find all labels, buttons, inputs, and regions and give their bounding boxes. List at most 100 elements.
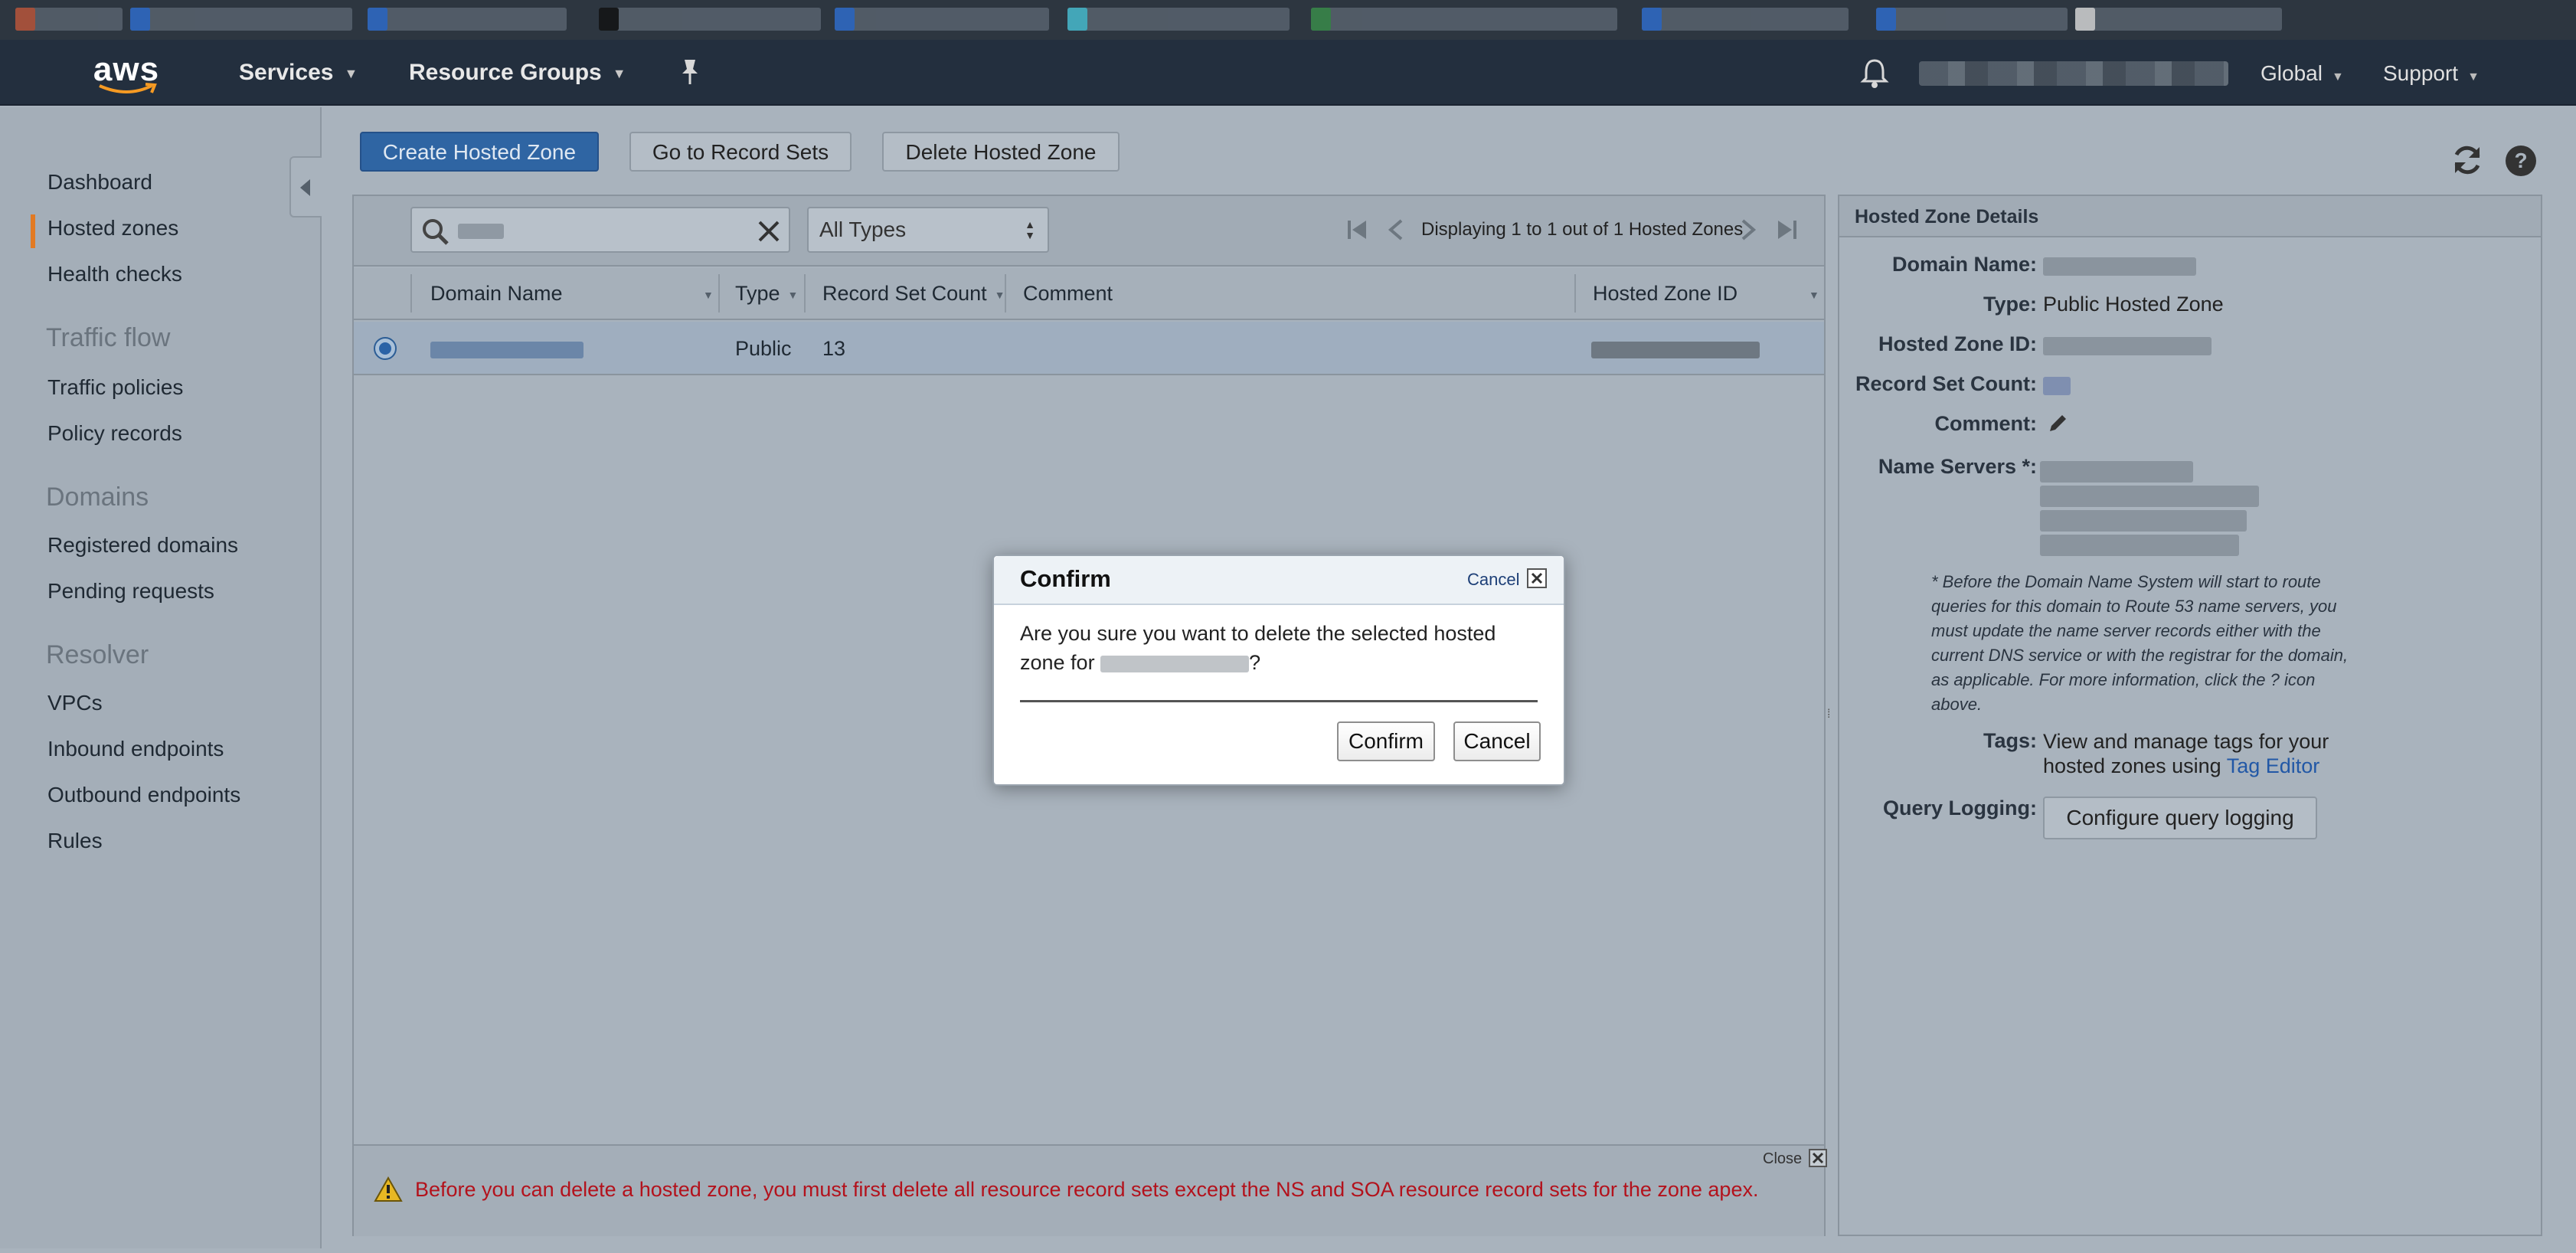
- dialog-divider: [1020, 700, 1538, 702]
- confirm-delete-dialog: Confirm Cancel Are you sure you want to …: [992, 555, 1565, 786]
- sidebar-item-hosted-zones[interactable]: Hosted zones: [47, 216, 178, 240]
- hosted-zone-id-sort-icon[interactable]: ▼: [1801, 268, 1819, 319]
- comment-label: Comment:: [1934, 412, 2038, 435]
- search-input[interactable]: [455, 214, 715, 247]
- pagination-status: Displaying 1 to 1 out of 1 Hosted Zones: [1421, 219, 1744, 240]
- pin-icon[interactable]: [677, 57, 703, 87]
- help-icon[interactable]: ?: [2504, 144, 2538, 178]
- account-menu[interactable]: [1919, 61, 2228, 86]
- dialog-message: Are you sure you want to delete the sele…: [1020, 619, 1541, 677]
- close-icon[interactable]: [1527, 568, 1547, 588]
- bookmark[interactable]: [1067, 8, 1290, 31]
- dialog-cancel-link[interactable]: Cancel: [1467, 570, 1519, 590]
- column-header-hosted-zone-id[interactable]: Hosted Zone ID: [1593, 268, 1737, 319]
- domain-name-label: Domain Name:: [1891, 253, 2037, 276]
- bookmark[interactable]: [130, 8, 352, 31]
- bell-icon[interactable]: [1859, 57, 1890, 89]
- chevron-down-icon: ▼: [2331, 70, 2344, 83]
- column-label: Domain Name: [430, 282, 563, 305]
- resource-groups-menu[interactable]: Resource Groups ▼: [409, 60, 626, 86]
- bookmark[interactable]: [2075, 8, 2282, 31]
- column-header-type[interactable]: Type ▼: [735, 268, 798, 319]
- pencil-icon[interactable]: [2046, 412, 2069, 435]
- dialog-header: Confirm Cancel: [994, 556, 1564, 605]
- tags-label: Tags:: [1983, 729, 2037, 752]
- column-divider: [410, 274, 412, 312]
- clear-icon[interactable]: [755, 218, 783, 245]
- region-label: Global: [2261, 61, 2323, 85]
- create-hosted-zone-button[interactable]: Create Hosted Zone: [360, 132, 599, 172]
- sort-icon: ▼: [787, 288, 799, 301]
- svg-text:?: ?: [2514, 149, 2527, 172]
- hosted-zone-id-value-redacted: [2043, 337, 2212, 355]
- confirm-button[interactable]: Confirm: [1337, 721, 1435, 761]
- sidebar-item-health-checks[interactable]: Health checks: [47, 262, 182, 286]
- delete-hosted-zone-button[interactable]: Delete Hosted Zone: [882, 132, 1120, 172]
- dialog-message-suffix: ?: [1249, 651, 1261, 674]
- cancel-button[interactable]: Cancel: [1453, 721, 1541, 761]
- column-header-record-set-count[interactable]: Record Set Count ▼: [822, 268, 1005, 319]
- chevron-down-icon: ▼: [612, 65, 626, 81]
- services-menu[interactable]: Services ▼: [239, 60, 358, 86]
- type-filter-value: All Types: [819, 218, 907, 241]
- previous-page-icon[interactable]: [1381, 214, 1412, 245]
- column-header-comment[interactable]: Comment: [1023, 268, 1113, 319]
- chevron-down-icon: ▼: [2467, 70, 2480, 83]
- row-domain-name-redacted[interactable]: [430, 342, 584, 358]
- aws-logo[interactable]: aws: [92, 51, 161, 97]
- bookmark[interactable]: [15, 8, 123, 31]
- go-to-record-sets-button[interactable]: Go to Record Sets: [629, 132, 852, 172]
- sidebar-item-rules[interactable]: Rules: [47, 829, 103, 853]
- dialog-zone-name-redacted: [1100, 655, 1250, 672]
- column-divider: [718, 274, 720, 312]
- type-value: Public Hosted Zone: [2043, 293, 2224, 316]
- sidebar-item-registered-domains[interactable]: Registered domains: [47, 533, 238, 558]
- sidebar-item-dashboard[interactable]: Dashboard: [47, 170, 152, 195]
- refresh-icon[interactable]: [2450, 142, 2484, 178]
- sidebar-item-inbound-endpoints[interactable]: Inbound endpoints: [47, 737, 224, 761]
- domain-name-value-redacted: [2043, 257, 2196, 276]
- warning-close-link[interactable]: Close: [1763, 1150, 1802, 1168]
- support-label: Support: [2383, 61, 2459, 85]
- section-resolver: Resolver: [46, 640, 149, 669]
- next-page-icon[interactable]: [1732, 214, 1763, 245]
- column-divider: [1005, 274, 1006, 312]
- bookmark[interactable]: [1642, 8, 1849, 31]
- column-divider: [1574, 274, 1576, 312]
- region-menu[interactable]: Global ▼: [2261, 61, 2344, 86]
- browser-bookmarks-bar: [0, 0, 2576, 40]
- section-traffic-flow: Traffic flow: [46, 323, 171, 352]
- bookmark[interactable]: [1876, 8, 2068, 31]
- row-select-radio[interactable]: [374, 337, 397, 360]
- type-label: Type:: [1983, 293, 2037, 316]
- tag-editor-link[interactable]: Tag Editor: [2227, 754, 2320, 777]
- last-page-icon[interactable]: [1772, 214, 1803, 245]
- sidebar-item-outbound-endpoints[interactable]: Outbound endpoints: [47, 783, 240, 807]
- close-icon[interactable]: [1809, 1149, 1827, 1167]
- configure-query-logging-button[interactable]: Configure query logging: [2043, 797, 2317, 839]
- type-filter-select[interactable]: All Types ▲ ▼: [807, 207, 1049, 253]
- panel-splitter[interactable]: ⁞: [1827, 708, 1833, 723]
- first-page-icon[interactable]: [1342, 214, 1372, 245]
- sidebar-item-vpcs[interactable]: VPCs: [47, 691, 103, 715]
- column-header-domain-name[interactable]: Domain Name: [430, 268, 563, 319]
- bookmark[interactable]: [1311, 8, 1617, 31]
- bookmark[interactable]: [599, 8, 821, 31]
- support-menu[interactable]: Support ▼: [2383, 61, 2480, 86]
- domain-name-sort-icon[interactable]: ▼: [695, 268, 714, 319]
- search-box[interactable]: [410, 207, 790, 253]
- table-row[interactable]: Public 13: [354, 322, 1824, 375]
- filter-bar: All Types ▲ ▼ Displaying 1 to 1 out of 1 …: [354, 196, 1824, 267]
- details-header: Hosted Zone Details: [1839, 196, 2541, 237]
- chevron-left-icon: [300, 179, 310, 196]
- warning-icon: [374, 1176, 403, 1202]
- column-label: Comment: [1023, 282, 1113, 305]
- bookmark[interactable]: [368, 8, 567, 31]
- sidebar-item-policy-records[interactable]: Policy records: [47, 421, 182, 446]
- name-server-2-redacted: [2040, 486, 2259, 507]
- sidebar-item-traffic-policies[interactable]: Traffic policies: [47, 375, 183, 400]
- aws-navbar: aws Services ▼ Resource Groups ▼ Global ▼ S…: [0, 40, 2576, 106]
- collapse-sidebar-button[interactable]: [289, 156, 322, 218]
- sidebar-item-pending-requests[interactable]: Pending requests: [47, 579, 214, 604]
- bookmark[interactable]: [835, 8, 1049, 31]
